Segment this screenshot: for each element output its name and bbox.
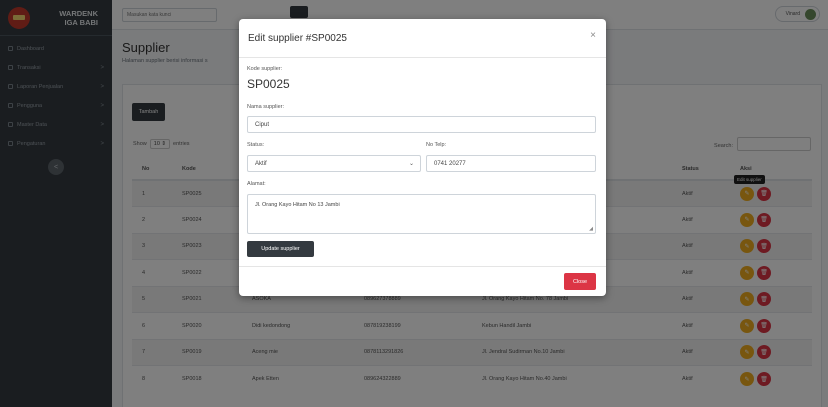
modal-title: Edit supplier #SP0025 [248, 33, 347, 44]
update-supplier-button[interactable]: Update supplier [247, 241, 314, 257]
chevron-down-icon: ⌄ [408, 161, 414, 167]
status-select[interactable]: Aktif ⌄ [247, 155, 421, 172]
kode-label: Kode supplier: [247, 66, 283, 72]
close-button[interactable]: Close [564, 273, 596, 290]
kode-value: SP0025 [247, 77, 290, 91]
resize-handle-icon[interactable]: ◢ [589, 226, 593, 232]
divider [239, 57, 606, 58]
telp-field[interactable]: 0741 20277 [426, 155, 596, 172]
alamat-label: Alamat: [247, 181, 266, 187]
alamat-value: Jl. Orang Kayo Hitam No 13 Jambi [255, 202, 340, 208]
alamat-field[interactable]: Jl. Orang Kayo Hitam No 13 Jambi ◢ [247, 194, 596, 234]
nama-field[interactable]: Ciput [247, 116, 596, 133]
nama-label: Nama supplier: [247, 104, 284, 110]
status-select-value: Aktif [255, 160, 267, 167]
telp-label: No Telp: [426, 142, 447, 148]
edit-supplier-modal: Edit supplier #SP0025 × Kode supplier: S… [239, 19, 606, 296]
divider [239, 266, 606, 267]
status-label: Status: [247, 142, 265, 148]
close-icon[interactable]: × [590, 30, 596, 41]
